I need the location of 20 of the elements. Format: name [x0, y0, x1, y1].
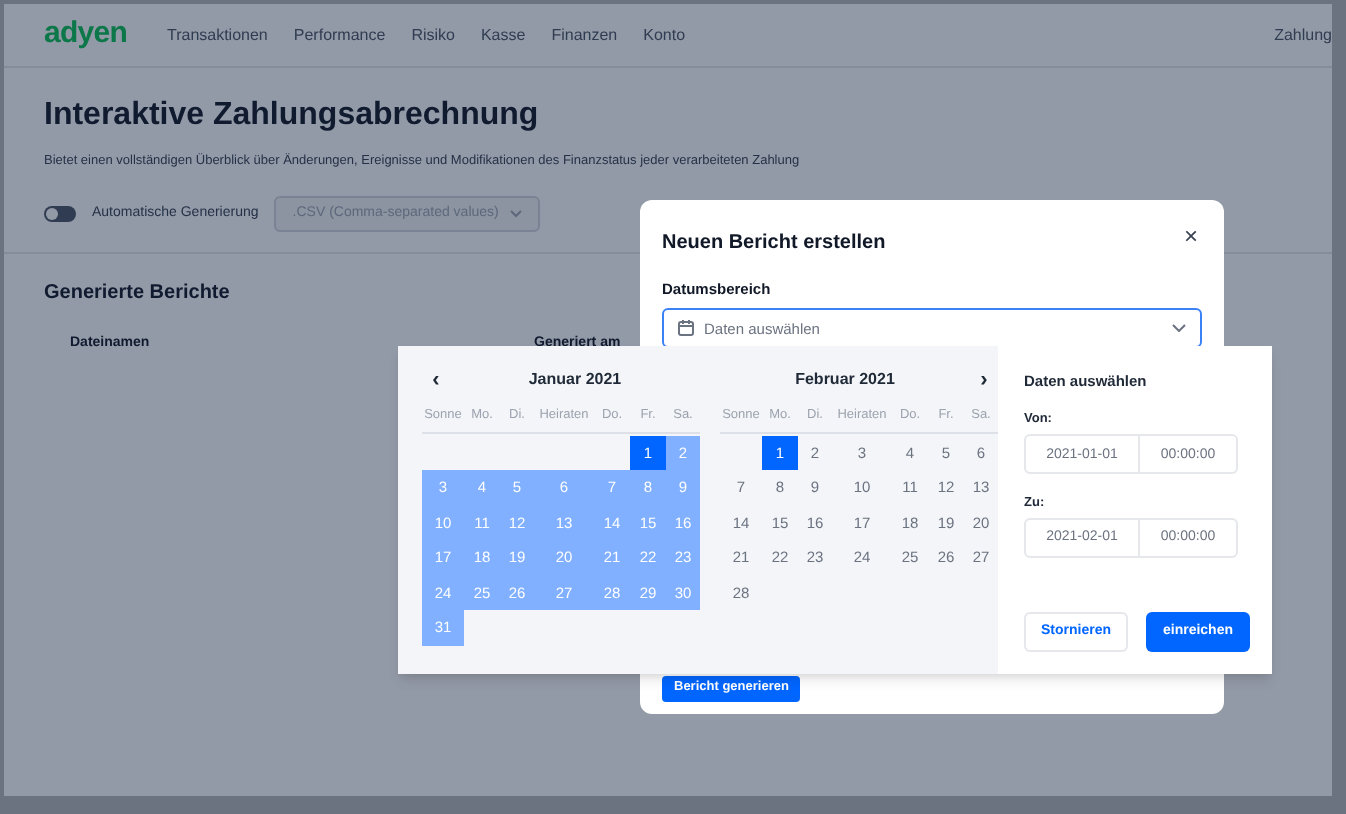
chevron-down-icon [510, 209, 523, 218]
nav-link[interactable]: Zahlung [1274, 23, 1332, 47]
month-title: Februar 2021 [793, 368, 897, 392]
close-button[interactable]: × [1183, 224, 1198, 248]
calendar-icon [678, 320, 694, 337]
nav-link[interactable]: Kasse [480, 23, 526, 47]
toggle-switch[interactable] [44, 205, 76, 222]
logo: adyen [44, 14, 127, 55]
section-title: Generierte Berichte [44, 279, 230, 308]
nav-link[interactable]: Performance [293, 23, 386, 47]
chevron-down-icon [1172, 324, 1186, 333]
nav-link[interactable]: Konto [643, 23, 686, 47]
page-title: Interaktive Zahlungsabrechnung [44, 96, 541, 136]
previous-month-button[interactable]: ‹ [422, 369, 450, 391]
nav-link[interactable]: Transaktionen [166, 23, 268, 47]
nav-link[interactable]: Finanzen [551, 23, 618, 47]
month-title: Januar 2021 [526, 368, 624, 392]
nav-link[interactable]: Risiko [411, 23, 455, 47]
modal-title: Neuen Bericht erstellen [662, 230, 886, 258]
next-month-button[interactable]: › [970, 369, 998, 391]
